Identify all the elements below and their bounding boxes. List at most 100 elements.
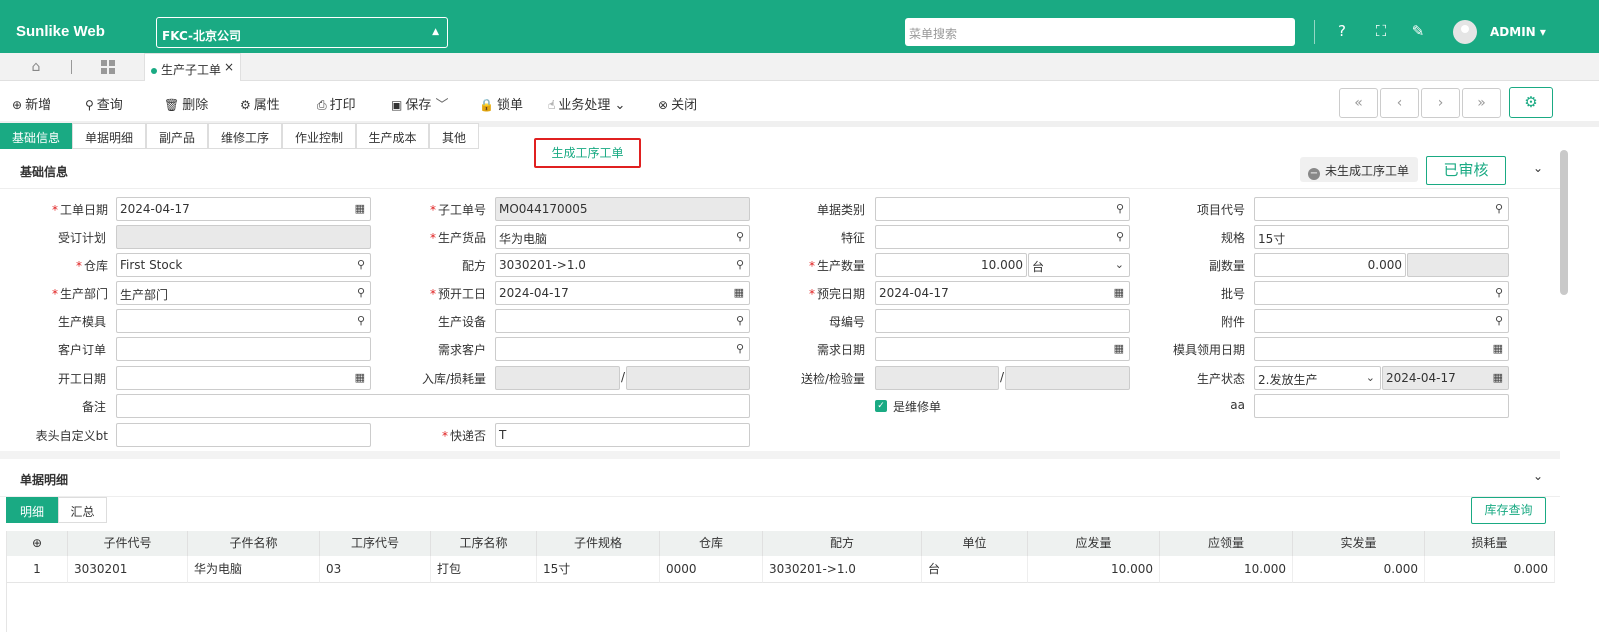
start-plan-field[interactable]: 2024-04-17 ▦ — [495, 281, 750, 305]
in-qty-field[interactable] — [495, 366, 620, 390]
chevron-down-icon[interactable]: ⌄ — [1533, 469, 1543, 483]
sub-no-field[interactable]: MO044170005 — [495, 197, 750, 221]
warehouse-field[interactable]: First Stock ⚲ — [116, 253, 371, 277]
stock-query-button[interactable]: 库存查询 — [1471, 497, 1546, 524]
table-cell[interactable]: 3030201->1.0 — [763, 556, 922, 583]
sub-qty-field[interactable]: 0.000 — [1254, 253, 1406, 277]
custom-bt-label: 表头自定义bt — [35, 429, 108, 443]
tab-summary-view[interactable]: 汇总 — [58, 497, 107, 523]
tab-other[interactable]: 其他 — [429, 123, 479, 149]
detail-panel-header: 单据明细 ⌄ — [0, 459, 1560, 497]
add-row-icon[interactable]: ⊕ — [7, 531, 68, 556]
order-date-field[interactable]: 2024-04-17 ▦ — [116, 197, 371, 221]
query-button[interactable]: ⚲ 查询 — [85, 94, 123, 113]
product-field[interactable]: 华为电脑 ⚲ — [495, 225, 750, 249]
plan-field[interactable] — [116, 225, 371, 249]
qty-field[interactable]: 10.000 — [875, 253, 1027, 277]
tab-repair[interactable]: 维修工序 — [208, 123, 282, 149]
express-label: * 快递否 — [441, 429, 486, 443]
delete-label: 删除 — [182, 98, 209, 113]
next-record-button[interactable]: › — [1421, 88, 1460, 118]
mold-date-field[interactable]: ▦ — [1254, 337, 1509, 361]
fullscreen-icon[interactable]: ⛶ — [1372, 22, 1390, 40]
spec-field[interactable]: 15寸 — [1254, 225, 1509, 249]
table-cell[interactable]: 1 — [7, 556, 68, 583]
loss-qty-field[interactable] — [626, 366, 750, 390]
company-select[interactable]: FKC-北京公司 ▲ — [156, 17, 448, 48]
audit-stamp: 已审核 — [1426, 156, 1506, 185]
divider — [71, 60, 72, 74]
table-cell[interactable]: 10.000 — [1028, 556, 1160, 583]
table-cell[interactable]: 华为电脑 — [188, 556, 320, 583]
tab-detail[interactable]: 单据明细 — [72, 123, 146, 149]
cust-order-field[interactable] — [116, 337, 371, 361]
remark-field[interactable] — [116, 394, 750, 418]
table-cell[interactable]: 03 — [320, 556, 431, 583]
settings-button[interactable]: ⚙ — [1509, 87, 1553, 118]
help-icon[interactable]: ? — [1333, 22, 1351, 40]
tab-basic[interactable]: 基础信息 — [0, 123, 72, 149]
print-button[interactable]: ⎙ 打印 — [317, 94, 356, 113]
first-record-button[interactable]: « — [1339, 88, 1378, 118]
properties-button[interactable]: ⚙ 属性 — [240, 94, 280, 113]
parent-no-field[interactable] — [875, 309, 1130, 333]
calendar-icon: ▦ — [733, 286, 744, 299]
status-select[interactable]: 2.发放生产 ⌄ — [1254, 366, 1381, 390]
scrollbar[interactable] — [1560, 150, 1568, 295]
home-icon[interactable]: ⌂ — [28, 59, 44, 75]
lock-button[interactable]: 🔒 锁单 — [479, 94, 523, 113]
finish-plan-field[interactable]: 2024-04-17 ▦ — [875, 281, 1130, 305]
prev-record-button[interactable]: ‹ — [1380, 88, 1419, 118]
table-cell[interactable]: 0.000 — [1425, 556, 1555, 583]
tab-production-suborder[interactable]: 生产子工单 × — [144, 53, 241, 81]
chevron-down-icon[interactable]: ⌄ — [1533, 161, 1543, 175]
table-cell[interactable]: 0000 — [660, 556, 763, 583]
tab-cost[interactable]: 生产成本 — [356, 123, 429, 149]
custom-bt-field[interactable] — [116, 423, 371, 447]
feature-field[interactable]: ⚲ — [875, 225, 1130, 249]
chevron-down-icon: ﹀ — [435, 98, 449, 113]
repair-checkbox[interactable]: ✓ — [875, 400, 887, 412]
delete-button[interactable]: 🗑 删除 — [164, 94, 208, 113]
close-button[interactable]: ⊗ 关闭 — [658, 94, 697, 113]
table-cell[interactable]: 15寸 — [537, 556, 660, 583]
checked-qty-field[interactable] — [1005, 366, 1130, 390]
start-date-field[interactable]: ▦ — [116, 366, 371, 390]
batch-field[interactable]: ⚲ — [1254, 281, 1509, 305]
save-button[interactable]: ▣ 保存 ﹀ — [391, 94, 449, 113]
table-cell[interactable]: 台 — [922, 556, 1028, 583]
table-cell[interactable]: 3030201 — [68, 556, 188, 583]
formula-field[interactable]: 3030201->1.0 ⚲ — [495, 253, 750, 277]
express-field[interactable]: T — [495, 423, 750, 447]
project-code-field[interactable]: ⚲ — [1254, 197, 1509, 221]
attach-field[interactable]: ⚲ — [1254, 309, 1509, 333]
clean-icon[interactable]: ✎ — [1409, 22, 1427, 40]
tab-byproduct[interactable]: 副产品 — [146, 123, 208, 149]
sub-unit-field[interactable] — [1407, 253, 1509, 277]
business-button[interactable]: ☝ 业务处理 ⌄ — [548, 94, 625, 113]
new-button[interactable]: ⊕ 新增 — [12, 94, 51, 113]
table-cell[interactable]: 打包 — [431, 556, 537, 583]
tab-control[interactable]: 作业控制 — [282, 123, 356, 149]
generate-process-order-button[interactable]: 生成工序工单 — [534, 138, 641, 168]
tab-detail-view[interactable]: 明细 — [6, 497, 58, 523]
req-cust-field[interactable]: ⚲ — [495, 337, 750, 361]
table-cell[interactable]: 10.000 — [1160, 556, 1293, 583]
status-date-field[interactable]: 2024-04-17 ▦ — [1382, 366, 1509, 390]
dept-field[interactable]: 生产部门 ⚲ — [116, 281, 371, 305]
avatar[interactable] — [1453, 20, 1477, 44]
unit-select[interactable]: 台 ⌄ — [1028, 253, 1130, 277]
doc-type-field[interactable]: ⚲ — [875, 197, 1130, 221]
user-menu[interactable]: ADMIN ▾ — [1490, 25, 1546, 39]
equip-field[interactable]: ⚲ — [495, 309, 750, 333]
close-icon[interactable]: × — [224, 60, 234, 74]
aa-field[interactable] — [1254, 394, 1509, 418]
menu-search-input[interactable]: 菜单搜索 — [905, 18, 1295, 46]
last-record-button[interactable]: » — [1462, 88, 1501, 118]
inspect-qty-field[interactable] — [875, 366, 999, 390]
mold-field[interactable]: ⚲ — [116, 309, 371, 333]
grid-icon[interactable] — [101, 60, 115, 74]
table-cell[interactable]: 0.000 — [1293, 556, 1425, 583]
divider — [1314, 20, 1315, 44]
req-date-field[interactable]: ▦ — [875, 337, 1130, 361]
